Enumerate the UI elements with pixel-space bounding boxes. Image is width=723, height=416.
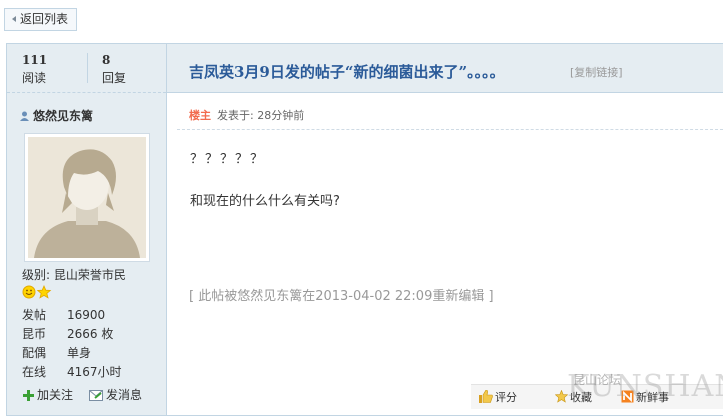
replies-label: 回复: [102, 71, 127, 85]
info-value: 单身: [67, 346, 92, 360]
user-level: 级别: 昆山荣誉市民: [22, 268, 126, 282]
copy-link-button[interactable]: [复制链接]: [570, 64, 623, 80]
author-name-link[interactable]: 悠然见东篱: [20, 107, 93, 124]
back-to-list-label: 返回列表: [20, 12, 69, 26]
avatar-image: [28, 137, 146, 258]
thread-header: 吉凤英3月9日发的帖子“新的细菌出来了”。。。。 [复制链接]: [167, 44, 723, 93]
rank-icons: [22, 284, 52, 302]
replies-stat: 8 回复: [102, 53, 126, 86]
info-row-posts: 发帖 16900: [22, 306, 105, 323]
author-sidebar: 111 阅读 8 回复 悠然见东篱 级别: 昆山荣誉市民 发帖 16900 昆币…: [7, 44, 167, 415]
author-name: 悠然见东篱: [33, 109, 94, 123]
posted-at: 发表于: 28分钟前: [217, 109, 305, 122]
back-arrow-icon: [12, 16, 16, 22]
info-row-online: 在线 4167小时: [22, 363, 122, 380]
avatar[interactable]: [24, 133, 150, 262]
info-value: 16900: [67, 308, 106, 322]
edit-note: [ 此帖被悠然见东篱在2013-04-02 22:09重新编辑 ]: [189, 289, 494, 304]
site-watermark-small: 昆山论坛: [573, 373, 622, 387]
thread-stats: 111 阅读 8 回复: [7, 44, 166, 93]
stats-divider: [87, 53, 88, 83]
views-label: 阅读: [22, 71, 47, 85]
info-key: 在线: [22, 365, 47, 379]
replies-count: 8: [102, 53, 111, 67]
mail-icon: [89, 390, 103, 401]
follow-button[interactable]: 加关注: [23, 386, 73, 403]
thumbs-up-icon: [479, 389, 493, 403]
info-value: 4167小时: [67, 365, 122, 379]
post-content-line2: 和现在的什么什么有关吗?: [190, 194, 340, 209]
user-icon: [20, 111, 29, 121]
message-label: 发消息: [106, 388, 143, 402]
rate-button[interactable]: 评分: [479, 389, 517, 405]
back-to-list-button[interactable]: 返回列表: [4, 8, 77, 31]
info-key: 配偶: [22, 346, 47, 360]
info-key: 昆币: [22, 327, 47, 341]
info-key: 发帖: [22, 308, 47, 322]
send-message-button[interactable]: 发消息: [89, 386, 142, 403]
owner-badge: 楼主: [189, 109, 211, 122]
post-meta: 楼主 发表于: 28分钟前: [189, 107, 304, 123]
star-icon: [36, 284, 52, 299]
post-container: 111 阅读 8 回复 悠然见东篱 级别: 昆山荣誉市民 发帖 16900 昆币…: [6, 43, 723, 416]
post-content-line1: ？？？？？: [190, 152, 266, 167]
info-row-spouse: 配偶 单身: [22, 344, 91, 361]
thread-title: 吉凤英3月9日发的帖子“新的细菌出来了”。。。。: [189, 63, 505, 81]
plus-icon: [23, 390, 34, 401]
info-value: 2666 枚: [67, 327, 114, 341]
views-count: 111: [22, 53, 48, 67]
rate-label: 评分: [495, 391, 517, 404]
meta-divider: [177, 129, 723, 130]
smiley-icon: [22, 284, 52, 299]
follow-label: 加关注: [37, 388, 74, 402]
views-stat: 111 阅读: [22, 53, 47, 86]
info-row-coins: 昆币 2666 枚: [22, 325, 113, 342]
